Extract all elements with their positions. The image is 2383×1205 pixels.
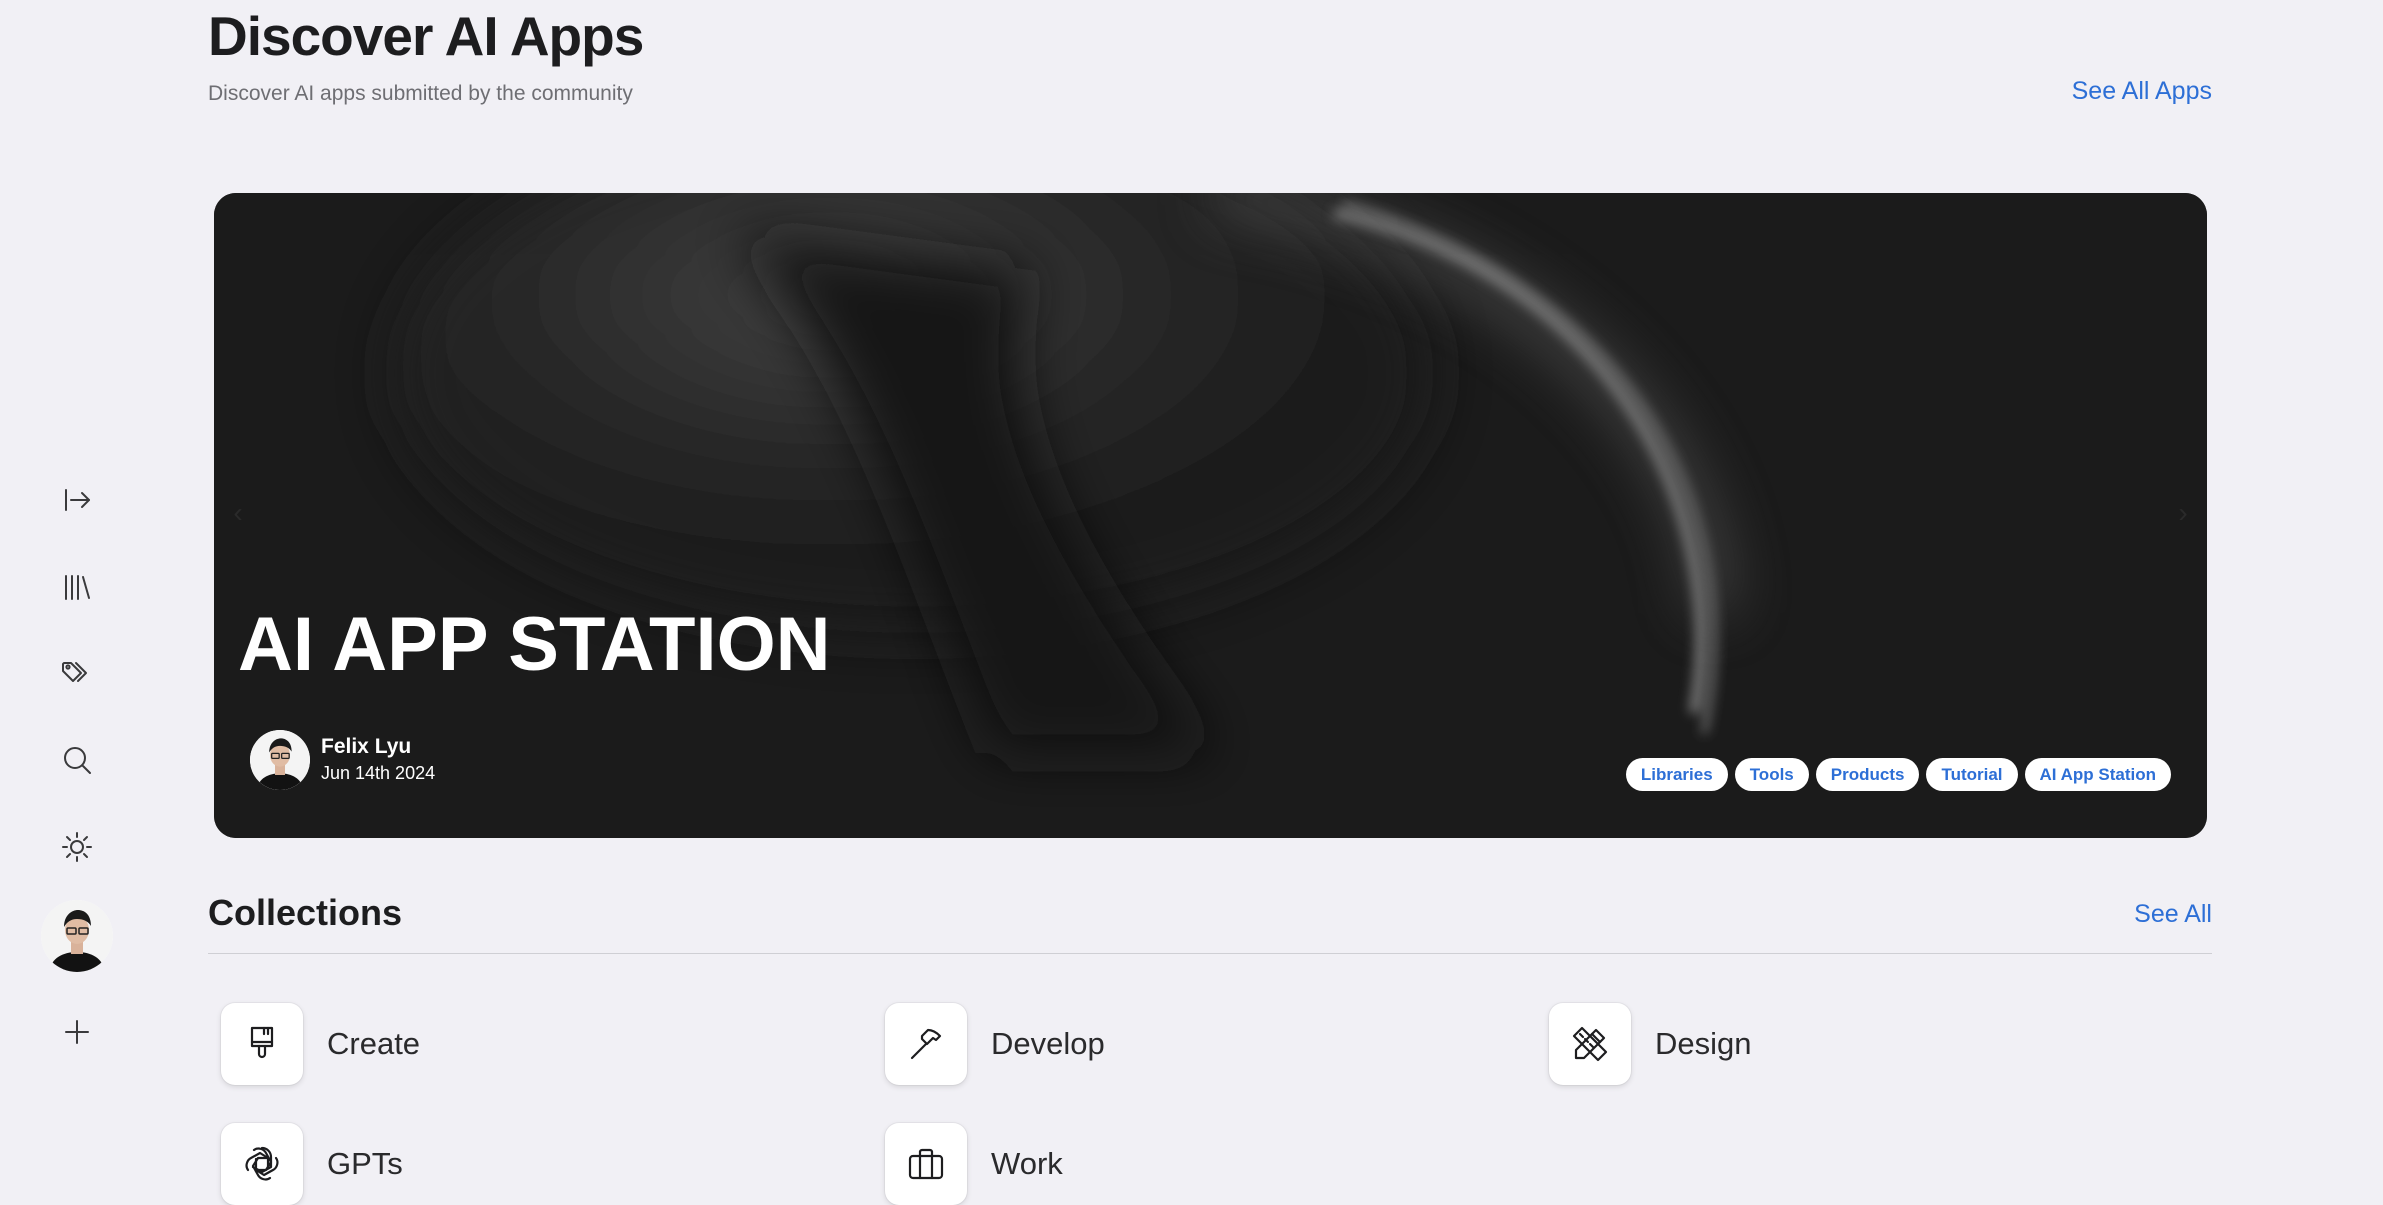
collection-icon-tile <box>221 1123 303 1205</box>
paintbrush-icon <box>250 1026 274 1059</box>
hero-tags: Libraries Tools Products Tutorial AI App… <box>1625 758 2171 791</box>
tag-products[interactable]: Products <box>1815 758 1920 791</box>
library-button[interactable] <box>46 556 108 618</box>
collection-create[interactable]: Create <box>221 1003 420 1085</box>
collection-icon-tile <box>1549 1003 1631 1085</box>
hero-title: AI APP STATION <box>238 602 831 687</box>
post-date: Jun 14th 2024 <box>321 763 436 783</box>
hero-next-arrow[interactable]: › <box>2163 493 2203 533</box>
collection-icon-tile <box>885 1003 967 1085</box>
pencil-ruler-icon <box>1572 1026 1608 1062</box>
author-info: Felix Lyu Jun 14th 2024 <box>321 734 435 786</box>
collection-gpts[interactable]: GPTs <box>221 1123 403 1205</box>
collection-develop[interactable]: Develop <box>885 1003 1105 1085</box>
collection-label: Work <box>991 1146 1063 1181</box>
collection-label: GPTs <box>327 1146 403 1181</box>
hero-prev-arrow[interactable]: ‹ <box>218 493 258 533</box>
collection-icon-tile <box>885 1123 967 1205</box>
hero-background-graphic <box>214 193 2207 838</box>
collection-label: Design <box>1655 1026 1752 1061</box>
sun-icon <box>62 832 92 862</box>
see-all-apps-link[interactable]: See All Apps <box>2072 77 2212 106</box>
tags-button[interactable] <box>46 642 108 704</box>
collections-title: Collections <box>208 892 403 933</box>
collection-label: Create <box>327 1026 421 1061</box>
featured-hero-card[interactable]: ‹ › AI APP STATION Felix Lyu Jun 14th 20… <box>214 193 2207 838</box>
expand-sidebar-icon <box>65 489 90 511</box>
collection-design[interactable]: Design <box>1549 1003 1752 1085</box>
sidebar <box>0 0 155 1192</box>
collection-label: Develop <box>991 1026 1105 1061</box>
hammer-icon <box>910 1028 942 1060</box>
author-avatar <box>250 730 310 790</box>
user-avatar[interactable] <box>41 900 113 972</box>
tag-tutorial[interactable]: Tutorial <box>1926 758 2018 791</box>
briefcase-icon <box>908 1148 944 1180</box>
avatar-portrait-icon <box>41 900 113 972</box>
library-icon <box>65 575 90 600</box>
search-icon <box>64 747 91 774</box>
add-button[interactable] <box>46 1001 108 1063</box>
page-title: Discover AI Apps <box>208 5 644 67</box>
tags-icon <box>62 662 87 682</box>
theme-toggle-button[interactable] <box>46 816 108 878</box>
collection-icon-tile <box>221 1003 303 1085</box>
see-all-collections-link[interactable]: See All <box>2134 900 2212 929</box>
avatar-portrait-icon <box>250 730 310 790</box>
hero-author[interactable]: Felix Lyu Jun 14th 2024 <box>250 730 435 790</box>
page-subtitle: Discover AI apps submitted by the commun… <box>208 82 633 105</box>
tag-tools[interactable]: Tools <box>1734 758 1809 791</box>
tag-libraries[interactable]: Libraries <box>1625 758 1728 791</box>
expand-sidebar-button[interactable] <box>46 469 108 531</box>
section-divider <box>208 953 2212 954</box>
tag-ai-app-station[interactable]: AI App Station <box>2024 758 2171 791</box>
search-button[interactable] <box>46 729 108 791</box>
plus-icon <box>65 1020 89 1044</box>
collection-work[interactable]: Work <box>885 1123 1063 1205</box>
author-name: Felix Lyu <box>321 735 412 758</box>
openai-icon <box>245 1146 279 1181</box>
